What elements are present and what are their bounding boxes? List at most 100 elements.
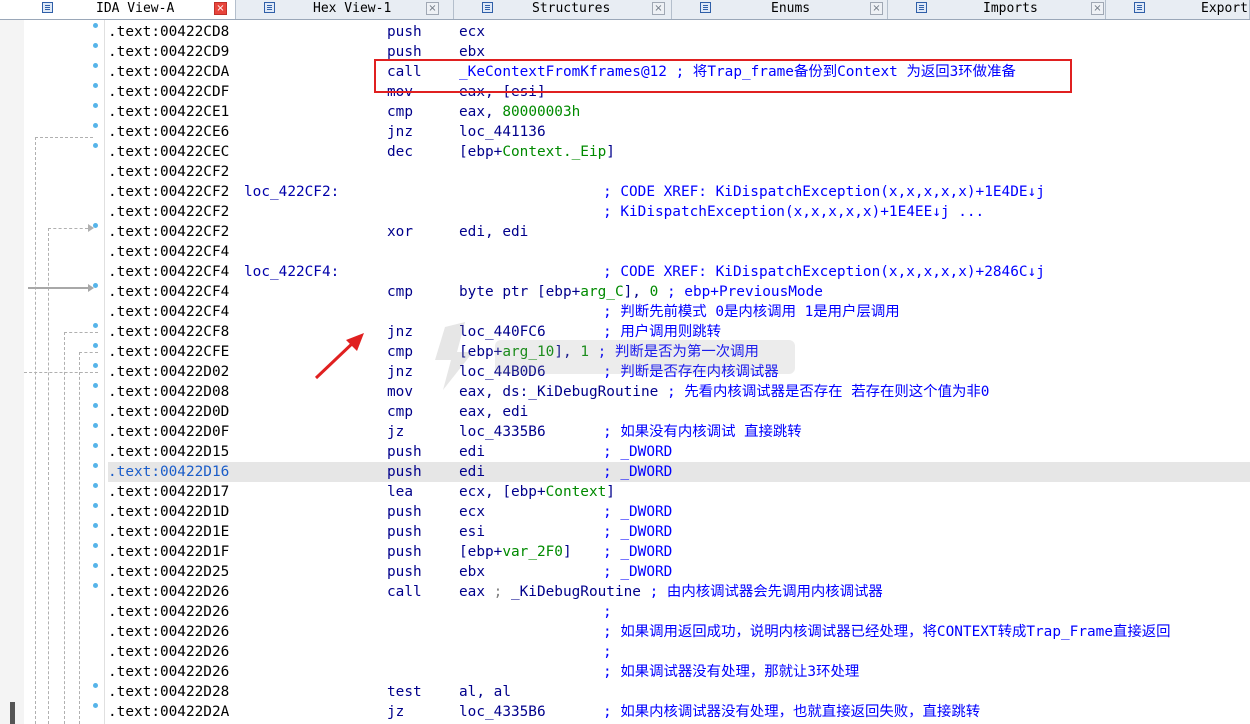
tab-structures[interactable]: Structures × bbox=[454, 0, 672, 19]
highlight-annotation-box bbox=[374, 59, 1072, 93]
instruction-mnemonic: push bbox=[387, 544, 422, 560]
code-comment: ; 如果内核调试器没有处理，也就直接返回失败，直接跳转 bbox=[603, 702, 980, 722]
listing-row[interactable]: .text:00422D26; bbox=[108, 602, 1250, 622]
instruction-marker-dot bbox=[93, 323, 98, 328]
tab-ida-view-a[interactable]: IDA View-A × bbox=[0, 0, 236, 19]
listing-row[interactable]: .text:00422CF4 bbox=[108, 242, 1250, 262]
instruction-marker-dot bbox=[93, 483, 98, 488]
row-address: .text:00422D17 bbox=[108, 484, 230, 500]
code-token: eax, bbox=[459, 104, 503, 120]
instruction-mnemonic: test bbox=[387, 684, 422, 700]
listing-row[interactable]: .text:00422D26 call eax ; _KiDebugRoutine … bbox=[108, 582, 1250, 602]
listing-row[interactable]: .text:00422CF2 xor edi, edi bbox=[108, 222, 1250, 242]
tab-export[interactable]: Export bbox=[1106, 0, 1250, 19]
code-token: Context bbox=[545, 484, 607, 500]
code-comment: ; 如果调试器没有处理，那就让3环处理 bbox=[603, 662, 859, 682]
code-comment: ; 如果调用返回成功，说明内核调试器已经处理，将CONTEXT转成Trap_Fr… bbox=[603, 622, 1171, 642]
tab-hex-view-1[interactable]: Hex View-1 × bbox=[236, 0, 454, 19]
instruction-operands: edi bbox=[459, 442, 485, 462]
code-token: [ebp+ bbox=[459, 544, 503, 560]
row-address: .text:00422CF4 bbox=[108, 284, 230, 300]
listing-row[interactable]: .text:00422CEC dec [ebp+Context._Eip] bbox=[108, 142, 1250, 162]
listing-row[interactable]: .text:00422CE6 jnz loc_441136 bbox=[108, 122, 1250, 142]
scrollbar-thumb[interactable] bbox=[10, 702, 15, 724]
code-token: ecx bbox=[459, 504, 485, 520]
listing-row[interactable]: .text:00422D26 ; 如果调用返回成功，说明内核调试器已经处理，将CO… bbox=[108, 622, 1250, 642]
instruction-marker-dot bbox=[93, 23, 98, 28]
left-gutter bbox=[0, 20, 25, 724]
row-address: .text:00422D26 bbox=[108, 584, 230, 600]
tab-enums[interactable]: Enums × bbox=[672, 0, 888, 19]
code-token: var_2F0 bbox=[502, 544, 563, 560]
instruction-mnemonic: jnz bbox=[387, 124, 413, 140]
row-address: .text:00422CDF bbox=[108, 84, 230, 100]
flow-arrow-line bbox=[48, 228, 49, 724]
close-tab-icon[interactable]: × bbox=[870, 2, 883, 15]
listing-row[interactable]: .text:00422CE1 cmp eax, 80000003h bbox=[108, 102, 1250, 122]
listing-row[interactable]: .text:00422D25 push ebx ; _DWORD bbox=[108, 562, 1250, 582]
instruction-marker-dot bbox=[93, 703, 98, 708]
instruction-mnemonic: cmp bbox=[387, 104, 413, 120]
instruction-marker-dot bbox=[93, 123, 98, 128]
code-token: ebx bbox=[459, 564, 485, 580]
hex-icon bbox=[264, 2, 275, 13]
close-tab-icon[interactable]: × bbox=[652, 2, 665, 15]
instruction-marker-dot bbox=[93, 103, 98, 108]
code-label[interactable]: loc_422CF4: bbox=[244, 262, 339, 282]
listing-row[interactable]: .text:00422D15 push edi ; _DWORD bbox=[108, 442, 1250, 462]
listing-row[interactable]: .text:00422D0F jz loc_4335B6 ; 如果没有内核调试 直接跳… bbox=[108, 422, 1250, 442]
instruction-marker-dot bbox=[93, 143, 98, 148]
row-address: .text:00422CD8 bbox=[108, 24, 230, 40]
instruction-marker-dot bbox=[93, 683, 98, 688]
listing-row[interactable]: .text:00422D1F push [ebp+var_2F0] ; _DWORD bbox=[108, 542, 1250, 562]
code-token: byte ptr [ebp+ bbox=[459, 284, 581, 300]
tab-imports[interactable]: Imports × bbox=[888, 0, 1106, 19]
listing-row[interactable]: .text:00422D17 lea ecx, [ebp+Context] bbox=[108, 482, 1250, 502]
instruction-mnemonic: mov bbox=[387, 384, 413, 400]
instruction-operands: eax ; _KiDebugRoutine ; 由内核调试器会先调用内核调试器 bbox=[459, 582, 883, 602]
listing-row[interactable]: .text:00422D1E push esi ; _DWORD bbox=[108, 522, 1250, 542]
listing-row[interactable]: .text:00422CF2 ; KiDispatchException(x,x,… bbox=[108, 202, 1250, 222]
instruction-marker-dot bbox=[93, 563, 98, 568]
listing-row[interactable]: .text:00422CF4 ; 判断先前模式 0是内核调用 1是用户层调用 bbox=[108, 302, 1250, 322]
code-token: ; _DWORD bbox=[603, 504, 673, 520]
instruction-mnemonic: cmp bbox=[387, 404, 413, 420]
instruction-operands: al, al bbox=[459, 682, 511, 702]
listing-row[interactable]: .text:00422CF2 bbox=[108, 162, 1250, 182]
close-tab-icon[interactable]: × bbox=[214, 2, 227, 15]
listing-row[interactable]: .text:00422CF2 loc_422CF2: ; CODE XREF: Ki… bbox=[108, 182, 1250, 202]
listing-row[interactable]: .text:00422D26; bbox=[108, 642, 1250, 662]
imports-icon bbox=[916, 2, 927, 13]
flow-arrow-line bbox=[64, 332, 65, 724]
listing-row[interactable]: .text:00422D2A jz loc_4335B6 ; 如果内核调试器没有处理，… bbox=[108, 702, 1250, 722]
listing-row[interactable]: .text:00422D16 push edi ; _DWORD bbox=[108, 462, 1250, 482]
flow-arrow-line bbox=[28, 287, 88, 289]
row-address: .text:00422D02 bbox=[108, 364, 230, 380]
listing-row[interactable]: .text:00422D26 ; 如果调试器没有处理，那就让3环处理 bbox=[108, 662, 1250, 682]
listing-row[interactable]: .text:00422D28 test al, al bbox=[108, 682, 1250, 702]
instruction-marker-dot bbox=[93, 423, 98, 428]
listing-row[interactable]: .text:00422CF4 cmp byte ptr [ebp+arg_C], 0… bbox=[108, 282, 1250, 302]
code-label[interactable]: loc_422CF2: bbox=[244, 182, 339, 202]
instruction-mnemonic: push bbox=[387, 564, 422, 580]
listing-row[interactable]: .text:00422D0D cmp eax, edi bbox=[108, 402, 1250, 422]
row-address: .text:00422CD9 bbox=[108, 44, 230, 60]
code-comment: ; 如果没有内核调试 直接跳转 bbox=[603, 422, 802, 442]
row-address: .text:00422D2A bbox=[108, 704, 230, 720]
code-token: ; KiDispatchException(x,x,x,x,x)+1E4EE↓j… bbox=[603, 204, 985, 220]
close-tab-icon[interactable]: × bbox=[1091, 2, 1104, 15]
flow-arrow-line bbox=[79, 352, 80, 724]
listing-row[interactable]: .text:00422CD8 push ecx bbox=[108, 22, 1250, 42]
flow-arrow-line bbox=[24, 372, 98, 373]
code-token: eax, edi bbox=[459, 404, 529, 420]
listing-row[interactable]: .text:00422CF4 loc_422CF4: ; CODE XREF: Ki… bbox=[108, 262, 1250, 282]
row-address: .text:00422D26 bbox=[108, 664, 230, 680]
structures-icon bbox=[482, 2, 493, 13]
listing-row[interactable]: .text:00422D1D push ecx ; _DWORD bbox=[108, 502, 1250, 522]
close-tab-icon[interactable]: × bbox=[426, 2, 439, 15]
code-token: ; _DWORD bbox=[603, 564, 673, 580]
row-address: .text:00422D15 bbox=[108, 444, 230, 460]
flow-arrow-line bbox=[48, 228, 88, 229]
instruction-marker-dot bbox=[93, 443, 98, 448]
